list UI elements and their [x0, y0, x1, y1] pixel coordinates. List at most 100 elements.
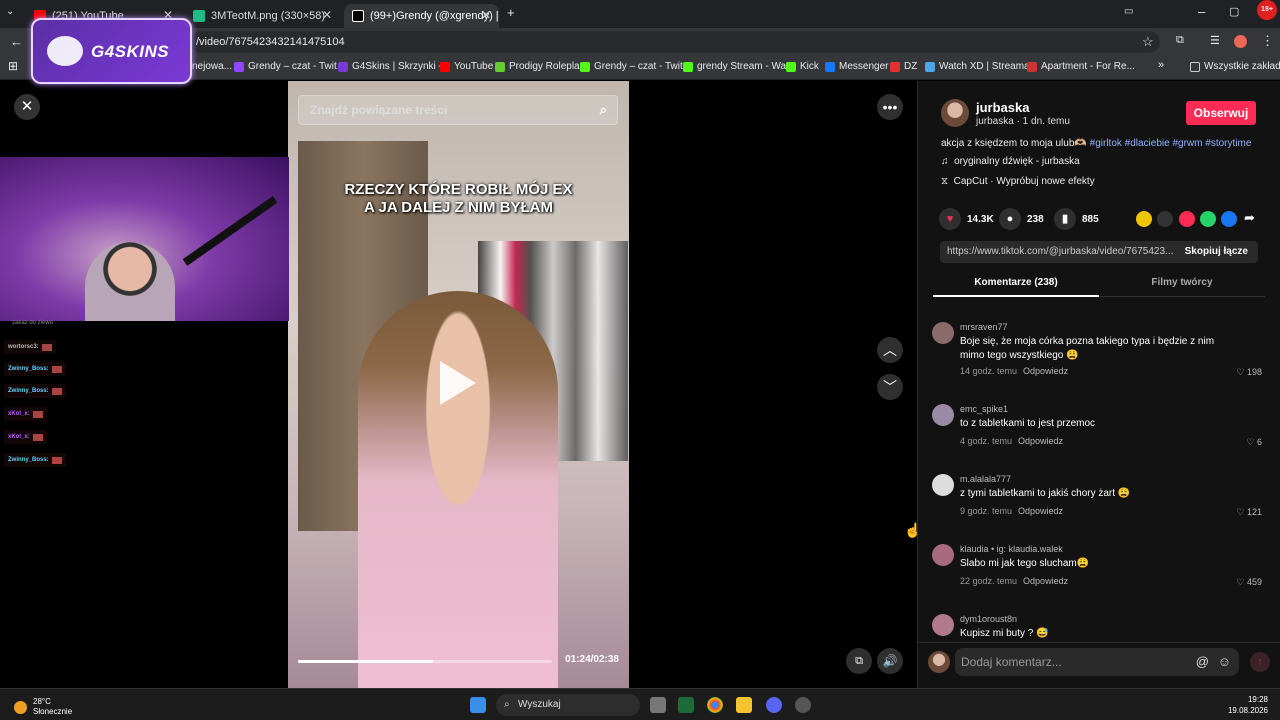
chrome-icon[interactable] — [707, 697, 723, 713]
app-icon[interactable] — [678, 697, 694, 713]
author-name[interactable]: jurbaska — [976, 100, 1029, 115]
coin-icon[interactable] — [1136, 211, 1152, 227]
hashtags[interactable]: #girltok #dlaciebie #grwm #storytime — [1090, 138, 1252, 149]
tab-tiktok[interactable]: (99+)Grendy (@xgrendy) | TikT ✕ — [344, 4, 499, 28]
send-icon[interactable] — [1179, 211, 1195, 227]
more-bookmarks-icon[interactable]: » — [1158, 59, 1164, 71]
weather-widget[interactable]: 28°C Słonecznie — [14, 697, 72, 717]
related-search-input[interactable]: Znajdź powiązane treści ⌕ — [298, 95, 618, 125]
more-options-icon[interactable]: ••• — [877, 94, 903, 120]
bookmark-item[interactable]: Grendy – czat - Twit... — [234, 61, 345, 72]
close-tab-icon[interactable]: ✕ — [322, 8, 332, 22]
like-button[interactable]: ♥ 14.3K — [939, 208, 994, 230]
emoji-icon[interactable]: ☺ — [1218, 648, 1231, 676]
tab-comments[interactable]: Komentarze (238) — [933, 277, 1099, 288]
bookmark-item[interactable]: DZ — [890, 61, 917, 72]
effect-row[interactable]: ⧖ CapCut · Wypróbuj nowe efekty — [941, 176, 1095, 187]
commenter-avatar[interactable] — [932, 614, 954, 636]
comment-like-button[interactable]: ♡ 459 — [1236, 577, 1262, 588]
bookmark-label: Prodigy Roleplay — [509, 61, 585, 72]
save-button[interactable]: ▮ 885 — [1054, 208, 1099, 230]
share-arrow-icon[interactable]: ➦ — [1244, 210, 1255, 226]
whatsapp-icon[interactable] — [1200, 211, 1216, 227]
system-clock[interactable]: 19:28 19.08.2026 — [1228, 694, 1268, 716]
embed-icon[interactable] — [1157, 211, 1173, 227]
reading-list-icon[interactable]: ☰ — [1210, 34, 1220, 47]
url-field[interactable]: /video/7675423432141475104 — [190, 31, 1160, 53]
reply-button[interactable]: Odpowiedz — [1023, 576, 1068, 586]
reply-button[interactable]: Odpowiedz — [1023, 366, 1068, 376]
extensions-icon[interactable]: ⧉ — [1176, 34, 1184, 47]
commenter-avatar[interactable] — [932, 404, 954, 426]
play-icon[interactable] — [440, 361, 476, 405]
comment-button[interactable]: ● 238 — [999, 208, 1044, 230]
bookmark-item[interactable]: Grendy – czat - Twit... — [580, 61, 691, 72]
send-arrow-icon[interactable]: ↑ — [1250, 652, 1270, 672]
search-icon[interactable]: ⌕ — [600, 96, 607, 124]
comment-input[interactable]: Dodaj komentarz... @ ☺ — [955, 648, 1239, 676]
maximize-button[interactable]: ▢ — [1229, 5, 1239, 18]
profile-avatar[interactable] — [1234, 35, 1247, 48]
close-tab-icon[interactable]: ✕ — [481, 8, 491, 22]
sound-row[interactable]: ♫ oryginalny dźwięk - jurbaska — [941, 156, 1080, 167]
video-progress-bar[interactable] — [298, 660, 552, 663]
chat-line: Zwinny_Boss: — [4, 362, 66, 376]
comment-like-button[interactable]: ♡ 198 — [1236, 367, 1262, 378]
facebook-icon[interactable] — [1221, 211, 1237, 227]
bookmark-item[interactable]: YouTube — [440, 61, 493, 72]
discord-icon[interactable] — [766, 697, 782, 713]
windows-start-icon[interactable] — [470, 697, 486, 713]
follow-button[interactable]: Obserwuj — [1186, 101, 1256, 125]
comment-user[interactable]: mrsraven77 — [960, 322, 1008, 332]
chat-user: Zwinny_Boss: — [8, 457, 49, 463]
video-subject — [358, 291, 558, 688]
user-avatar[interactable] — [928, 651, 950, 673]
comment-user[interactable]: emc_spike1 — [960, 404, 1008, 414]
bookmark-item[interactable]: Messenger — [825, 61, 888, 72]
logo-text: G4SKINS — [91, 42, 170, 61]
reply-button[interactable]: Odpowiedz — [1018, 436, 1063, 446]
bookmark-item[interactable]: nejowa... — [192, 61, 232, 72]
author-avatar[interactable] — [941, 99, 969, 127]
commenter-avatar[interactable] — [932, 544, 954, 566]
bookmark-item[interactable]: Watch XD | Streama... — [925, 61, 1038, 72]
close-icon[interactable]: ✕ — [14, 94, 40, 120]
bookmark-item[interactable]: Prodigy Roleplay — [495, 61, 585, 72]
video-player[interactable]: Znajdź powiązane treści ⌕ RZECZY KTÓRE R… — [288, 81, 629, 688]
all-bookmarks-button[interactable]: Wszystkie zakładki — [1190, 61, 1280, 72]
share-url-box[interactable]: https://www.tiktok.com/@jurbaska/video/7… — [940, 241, 1258, 263]
back-button[interactable]: ← — [10, 34, 23, 49]
comment-like-button[interactable]: ♡ 121 — [1236, 507, 1262, 518]
chevron-up-icon[interactable]: ︿ — [877, 337, 903, 363]
comment-user[interactable]: m.alalala777 — [960, 474, 1011, 484]
tab-search-icon[interactable]: ⌄ — [6, 6, 14, 17]
file-explorer-icon[interactable] — [736, 697, 752, 713]
comment-like-button[interactable]: ♡ 6 — [1246, 437, 1262, 448]
pip-icon[interactable]: ⧉ — [846, 648, 872, 674]
media-icon[interactable]: ▭ — [1124, 6, 1133, 17]
commenter-avatar[interactable] — [932, 474, 954, 496]
comment-user[interactable]: dym1oroust8n — [960, 614, 1017, 624]
volume-icon[interactable]: 🔊 — [877, 648, 903, 674]
mention-icon[interactable]: @ — [1196, 648, 1209, 676]
menu-icon[interactable]: ⋮ — [1261, 33, 1274, 49]
new-tab-button[interactable]: + — [507, 5, 515, 20]
reply-button[interactable]: Odpowiedz — [1018, 506, 1063, 516]
bookmark-item[interactable]: grendy Stream - Wa... — [683, 61, 794, 72]
chevron-down-icon[interactable]: ﹀ — [877, 374, 903, 400]
commenter-avatar[interactable] — [932, 322, 954, 344]
tab-image[interactable]: 3MTeotM.png (330×58) ✕ — [185, 4, 340, 28]
apps-icon[interactable]: ⊞ — [8, 59, 18, 73]
bookmark-item[interactable]: Apartment - For Re... — [1027, 61, 1135, 72]
task-view-icon[interactable] — [650, 697, 666, 713]
bookmark-item[interactable]: Kick — [786, 61, 819, 72]
bookmark-item[interactable]: G4Skins | Skrzynki -... — [338, 61, 450, 72]
tab-creator-videos[interactable]: Filmy twórcy — [1099, 277, 1265, 288]
taskbar-search[interactable]: ⌕ Wyszukaj — [496, 694, 640, 716]
minimize-button[interactable]: – — [1198, 4, 1205, 19]
comment-user[interactable]: klaudia • ig: klaudia.walek — [960, 544, 1063, 554]
bookmark-star-icon[interactable]: ☆ — [1142, 34, 1154, 50]
copy-link-button[interactable]: Skopiuj łącze — [1185, 241, 1248, 263]
tiktok-icon — [352, 10, 364, 22]
settings-icon[interactable] — [795, 697, 811, 713]
